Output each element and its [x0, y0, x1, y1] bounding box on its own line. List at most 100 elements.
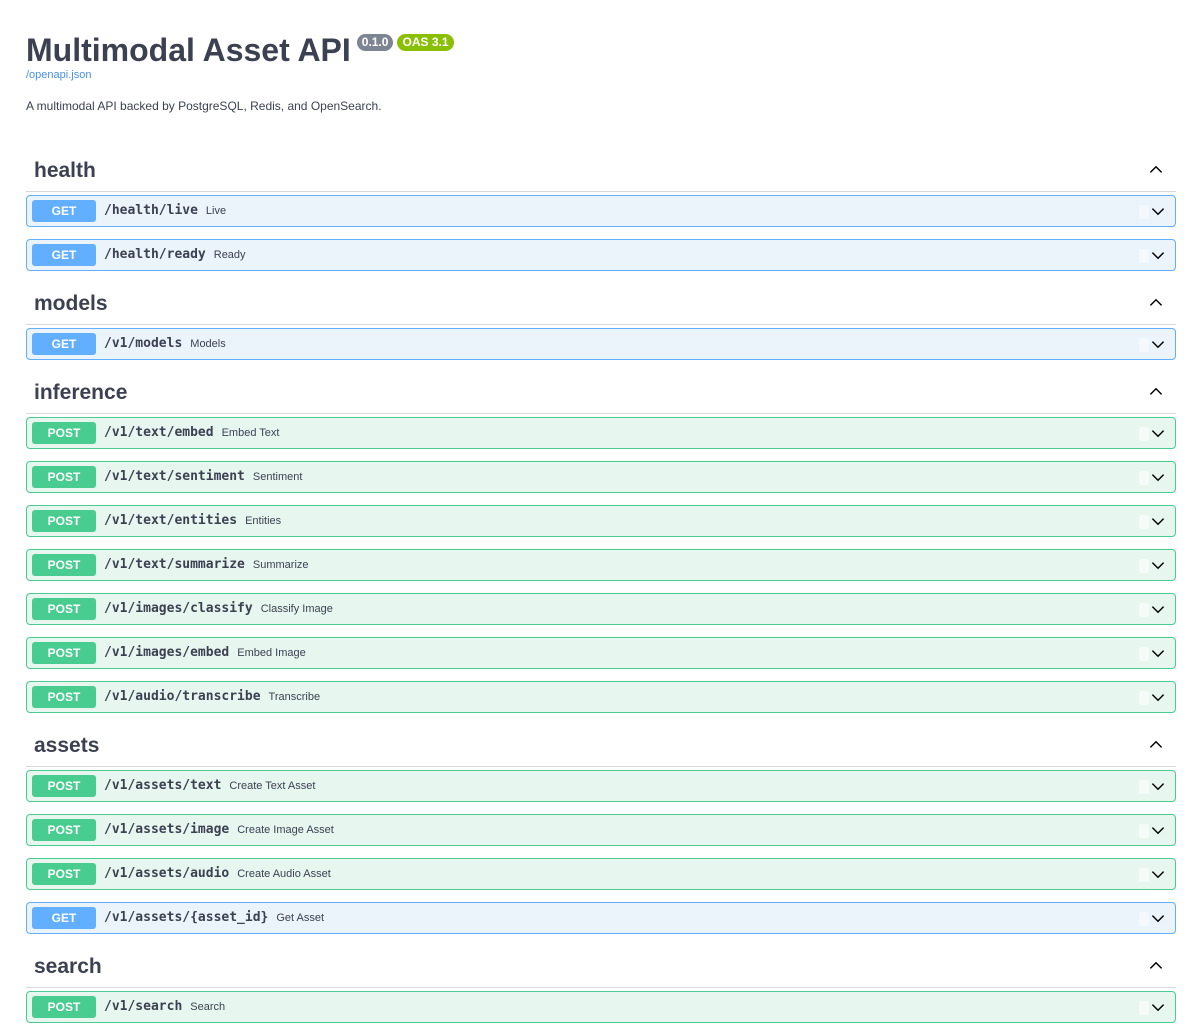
tag-header[interactable]: assets	[26, 725, 1176, 767]
operation-summary: Embed Text	[221, 427, 280, 439]
operation-path: /health/live	[104, 203, 198, 218]
lock-icon	[1139, 515, 1149, 529]
lock-icon	[1139, 824, 1149, 838]
lock-icon	[1139, 647, 1149, 661]
tag-header[interactable]: search	[26, 946, 1176, 988]
operation-path: /health/ready	[104, 247, 206, 262]
tag-header[interactable]: inference	[26, 372, 1176, 414]
method-badge: GET	[32, 907, 96, 929]
operation-path: /v1/text/entities	[104, 513, 238, 528]
chevron-down-icon[interactable]	[1150, 557, 1166, 573]
tag-section-search: search POST/v1/search Search	[26, 946, 1176, 1023]
operation-row[interactable]: POST/v1/search Search	[26, 991, 1176, 1023]
method-badge: POST	[32, 466, 96, 488]
operation-path: /v1/audio/transcribe	[104, 689, 261, 704]
operation-summary: Summarize	[252, 559, 309, 571]
tag-header[interactable]: health	[26, 150, 1176, 192]
lock-icon	[1139, 691, 1149, 705]
chevron-up-icon[interactable]	[1148, 737, 1164, 753]
operation-summary: Embed Image	[237, 647, 306, 659]
method-badge: GET	[32, 244, 96, 266]
chevron-down-icon[interactable]	[1150, 645, 1166, 661]
operation-row[interactable]: GET/health/live Live	[26, 195, 1176, 227]
operation-row[interactable]: GET/health/ready Ready	[26, 239, 1176, 271]
chevron-up-icon[interactable]	[1148, 384, 1164, 400]
tag-header[interactable]: models	[26, 283, 1176, 325]
tag-name: health	[34, 158, 96, 182]
chevron-down-icon[interactable]	[1150, 866, 1166, 882]
operation-summary: Sentiment	[252, 471, 303, 483]
method-badge: POST	[32, 686, 96, 708]
operation-summary: Search	[190, 1001, 226, 1013]
chevron-down-icon[interactable]	[1150, 336, 1166, 352]
chevron-down-icon[interactable]	[1150, 778, 1166, 794]
tag-section-models: models GET/v1/models Models	[26, 283, 1176, 360]
operation-summary: Ready	[213, 249, 246, 261]
oas-badge: OAS 3.1	[397, 34, 454, 51]
operation-row[interactable]: POST/v1/text/sentiment Sentiment	[26, 461, 1176, 493]
tag-section-health: health GET/health/live Live GET/health/read…	[26, 150, 1176, 271]
chevron-down-icon[interactable]	[1150, 425, 1166, 441]
method-badge: POST	[32, 554, 96, 576]
operation-path: /v1/models	[104, 336, 183, 351]
chevron-down-icon[interactable]	[1150, 247, 1166, 263]
chevron-up-icon[interactable]	[1148, 295, 1164, 311]
operation-row[interactable]: POST/v1/assets/audio Create Audio Asset	[26, 858, 1176, 890]
method-badge: POST	[32, 775, 96, 797]
method-badge: POST	[32, 819, 96, 841]
operation-path: /v1/search	[104, 999, 183, 1014]
lock-icon	[1139, 249, 1149, 263]
tag-list: health GET/health/live Live GET/health/read…	[26, 150, 1176, 1035]
tag-name: inference	[34, 380, 128, 404]
method-badge: GET	[32, 200, 96, 222]
chevron-down-icon[interactable]	[1150, 910, 1166, 926]
chevron-down-icon[interactable]	[1150, 513, 1166, 529]
lock-icon	[1139, 471, 1149, 485]
chevron-down-icon[interactable]	[1150, 601, 1166, 617]
method-badge: POST	[32, 422, 96, 444]
chevron-up-icon[interactable]	[1148, 162, 1164, 178]
operation-path: /v1/text/sentiment	[104, 469, 245, 484]
operation-row[interactable]: POST/v1/text/embed Embed Text	[26, 417, 1176, 449]
operation-path: /v1/images/embed	[104, 645, 230, 660]
lock-icon	[1139, 1001, 1149, 1015]
chevron-down-icon[interactable]	[1150, 469, 1166, 485]
lock-icon	[1139, 205, 1149, 219]
api-info: Multimodal Asset API 0.1.0 OAS 3.1 /open…	[26, 28, 1176, 114]
operation-path: /v1/assets/image	[104, 822, 230, 837]
operation-summary: Transcribe	[268, 691, 321, 703]
method-badge: POST	[32, 863, 96, 885]
tag-name: search	[34, 954, 102, 978]
operation-path: /v1/text/embed	[104, 425, 214, 440]
operation-row[interactable]: POST/v1/images/classify Classify Image	[26, 593, 1176, 625]
tag-section-inference: inference POST/v1/text/embed Embed Text POS…	[26, 372, 1176, 713]
lock-icon	[1139, 603, 1149, 617]
operation-path: /v1/text/summarize	[104, 557, 245, 572]
operation-row[interactable]: POST/v1/audio/transcribe Transcribe	[26, 681, 1176, 713]
operation-row[interactable]: POST/v1/assets/text Create Text Asset	[26, 770, 1176, 802]
operation-path: /v1/assets/text	[104, 778, 222, 793]
operation-row[interactable]: GET/v1/models Models	[26, 328, 1176, 360]
lock-icon	[1139, 427, 1149, 441]
operation-row[interactable]: POST/v1/assets/image Create Image Asset	[26, 814, 1176, 846]
operation-summary: Create Image Asset	[237, 824, 334, 836]
operation-summary: Live	[205, 205, 227, 217]
tag-section-assets: assets POST/v1/assets/text Create Text Ass…	[26, 725, 1176, 934]
operation-row[interactable]: POST/v1/text/entities Entities	[26, 505, 1176, 537]
chevron-up-icon[interactable]	[1148, 958, 1164, 974]
tag-name: assets	[34, 733, 100, 757]
operation-summary: Get Asset	[276, 912, 325, 924]
chevron-down-icon[interactable]	[1150, 689, 1166, 705]
operation-path: /v1/images/classify	[104, 601, 253, 616]
chevron-down-icon[interactable]	[1150, 822, 1166, 838]
operation-row[interactable]: GET/v1/assets/{asset_id} Get Asset	[26, 902, 1176, 934]
method-badge: GET	[32, 333, 96, 355]
operation-summary: Create Text Asset	[229, 780, 316, 792]
operation-row[interactable]: POST/v1/text/summarize Summarize	[26, 549, 1176, 581]
operation-summary: Classify Image	[260, 603, 333, 615]
api-description: A multimodal API backed by PostgreSQL, R…	[26, 99, 382, 113]
chevron-down-icon[interactable]	[1150, 203, 1166, 219]
chevron-down-icon[interactable]	[1150, 999, 1166, 1015]
version-badge: 0.1.0	[356, 34, 394, 51]
operation-row[interactable]: POST/v1/images/embed Embed Image	[26, 637, 1176, 669]
